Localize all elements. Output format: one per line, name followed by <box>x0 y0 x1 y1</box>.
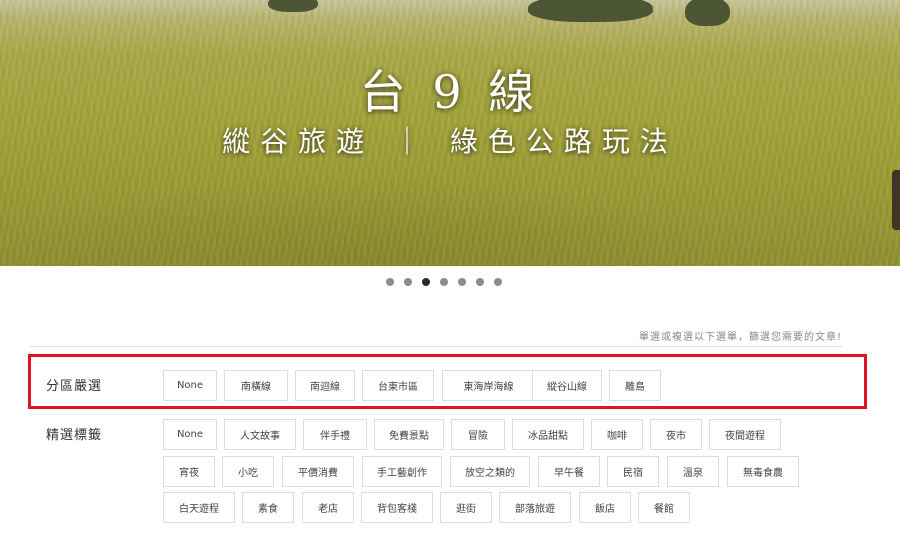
filter-hint: 單選或複選以下選單，篩選您需要的文章! <box>638 332 842 343</box>
featured-tag[interactable]: 部落旅遊 <box>499 492 571 523</box>
region-tag[interactable]: 縱谷山線 <box>532 370 602 401</box>
region-tag[interactable]: 東海岸海線 <box>442 370 535 401</box>
region-tag[interactable]: 離島 <box>609 370 661 401</box>
featured-tag[interactable]: 夜間遊程 <box>709 419 781 450</box>
featured-tag[interactable]: 放空之類的 <box>450 456 530 487</box>
hero-banner: 台 9 線 縱谷旅遊 ｜ 綠色公路玩法 <box>0 0 900 266</box>
featured-tag[interactable]: 飯店 <box>579 492 631 523</box>
featured-tags-label: 精選標籤 <box>46 428 103 443</box>
featured-tag[interactable]: 冰品甜點 <box>512 419 584 450</box>
featured-tag[interactable]: 逛街 <box>440 492 492 523</box>
carousel-dot[interactable] <box>458 278 466 286</box>
tree-silhouette <box>528 0 653 22</box>
carousel-dot[interactable] <box>386 278 394 286</box>
featured-tag[interactable]: 平價消費 <box>282 456 354 487</box>
featured-tag[interactable]: 夜市 <box>650 419 702 450</box>
featured-tag[interactable]: 民宿 <box>607 456 659 487</box>
carousel-dot[interactable] <box>440 278 448 286</box>
featured-tag[interactable]: 無毒食農 <box>727 456 799 487</box>
featured-tag[interactable]: None <box>163 419 217 450</box>
featured-tag[interactable]: 背包客棧 <box>361 492 433 523</box>
featured-tag[interactable]: 老店 <box>302 492 354 523</box>
carousel-dot[interactable] <box>476 278 484 286</box>
featured-tag[interactable]: 咖啡 <box>591 419 643 450</box>
carousel-dots <box>386 278 502 286</box>
person-silhouette <box>892 170 900 230</box>
carousel-dot-active[interactable] <box>422 278 430 286</box>
divider <box>30 346 842 347</box>
tree-silhouette <box>268 0 318 12</box>
carousel-dot[interactable] <box>404 278 412 286</box>
hero-title: 台 9 線 <box>359 65 541 119</box>
featured-tag[interactable]: 冒險 <box>451 419 505 450</box>
featured-tag[interactable]: 素食 <box>242 492 294 523</box>
region-tag[interactable]: 南橫線 <box>224 370 288 401</box>
featured-tag[interactable]: 伴手禮 <box>303 419 367 450</box>
featured-tag[interactable]: 白天遊程 <box>163 492 235 523</box>
featured-tag[interactable]: 免費景點 <box>374 419 444 450</box>
featured-tag[interactable]: 手工藝創作 <box>362 456 442 487</box>
carousel-dot[interactable] <box>494 278 502 286</box>
region-filter-label: 分區嚴選 <box>46 379 103 394</box>
hero-subtitle: 縱谷旅遊 ｜ 綠色公路玩法 <box>222 125 678 158</box>
tree-silhouette <box>685 0 730 26</box>
region-tag[interactable]: 南迴線 <box>295 370 355 401</box>
featured-tag[interactable]: 早午餐 <box>538 456 600 487</box>
featured-tag[interactable]: 人文故事 <box>224 419 296 450</box>
region-tag[interactable]: None <box>163 370 217 401</box>
region-tag[interactable]: 台東市區 <box>362 370 434 401</box>
featured-tag[interactable]: 餐館 <box>638 492 690 523</box>
featured-tag[interactable]: 宵夜 <box>163 456 215 487</box>
featured-tag[interactable]: 小吃 <box>222 456 274 487</box>
featured-tag[interactable]: 溫泉 <box>667 456 719 487</box>
